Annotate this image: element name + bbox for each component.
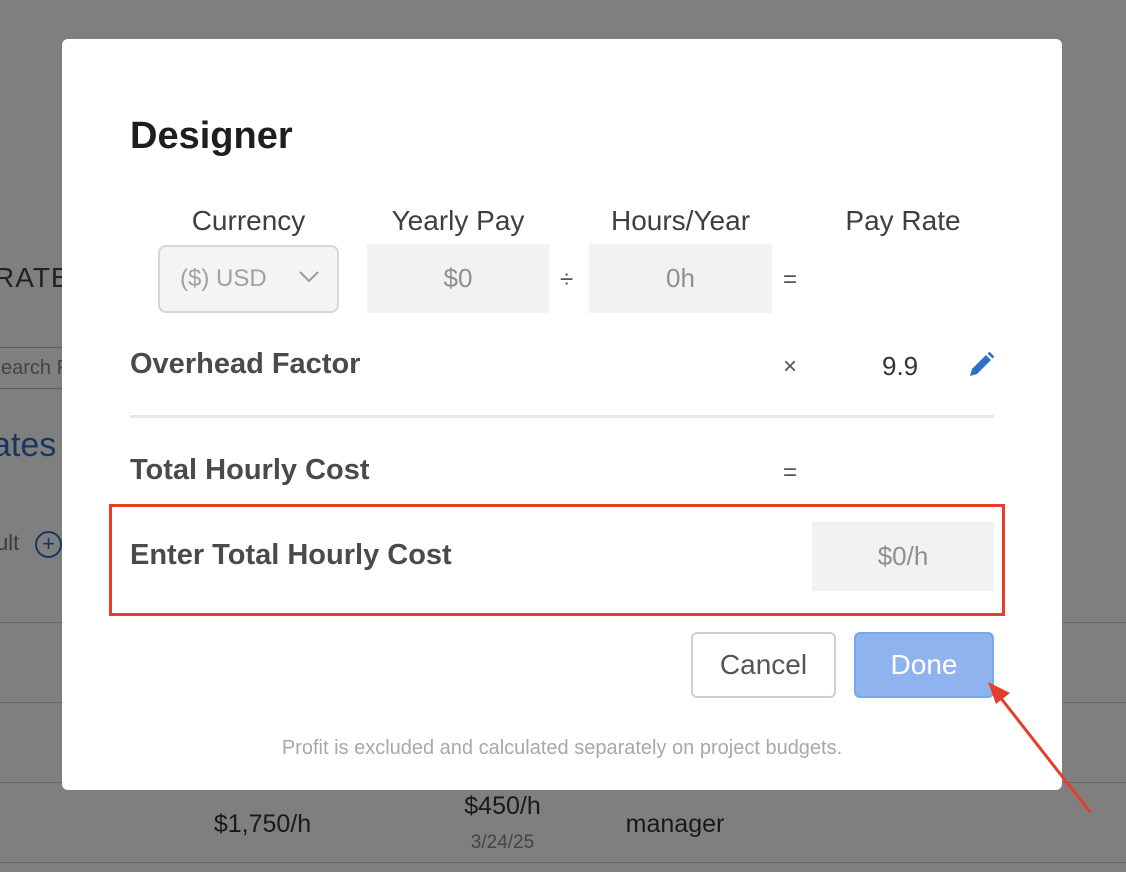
arrow-annotation bbox=[988, 682, 1092, 813]
